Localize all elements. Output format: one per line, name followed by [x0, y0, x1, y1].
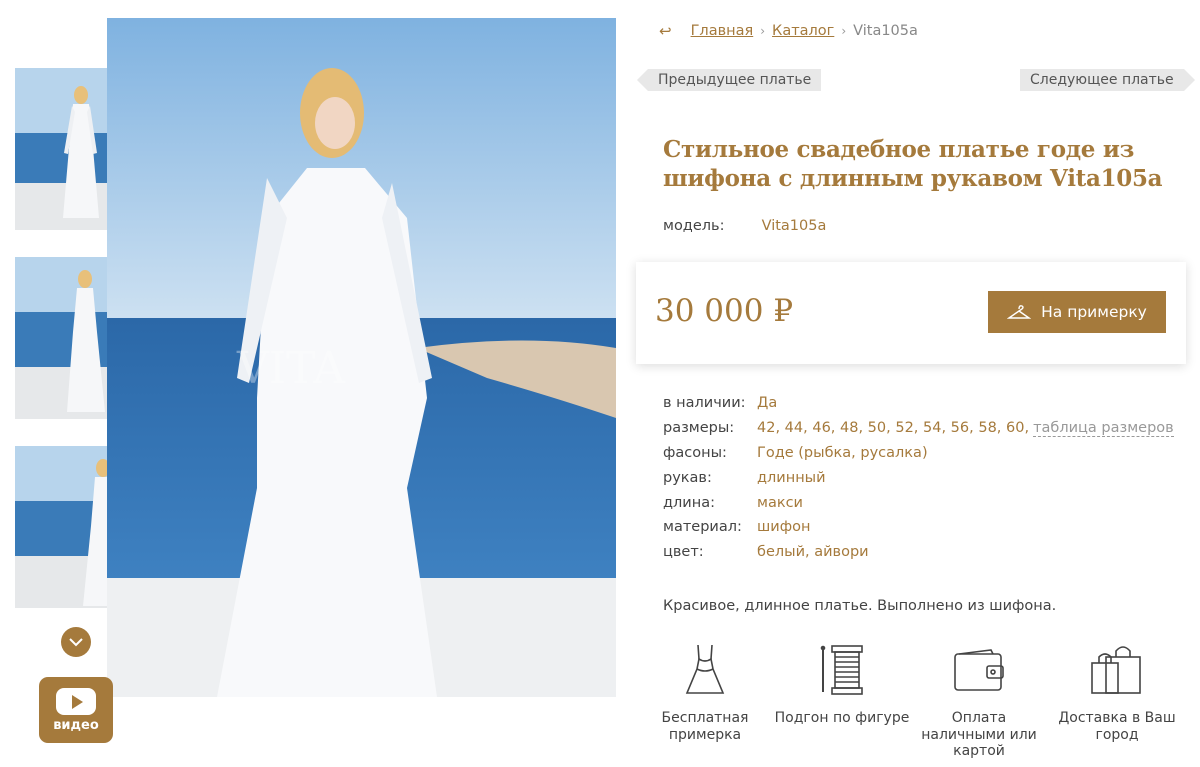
spec-label: материал:: [663, 519, 742, 536]
feature-label: Доставка в Ваш город: [1058, 710, 1176, 743]
feature-label: Подгон по фигуре: [774, 710, 910, 726]
main-product-photo[interactable]: VITA: [107, 18, 616, 697]
spec-label: в наличии:: [663, 395, 746, 412]
spec-label: рукав:: [663, 469, 712, 486]
previous-dress-button[interactable]: Предыдущее платье: [636, 69, 822, 91]
video-button[interactable]: видео: [39, 677, 113, 743]
feature-payment: Оплата наличными или картой: [909, 640, 1049, 760]
spec-value: Да: [757, 395, 778, 412]
model-row: модель: Vita105a: [663, 218, 826, 234]
breadcrumb-separator: ›: [841, 24, 847, 38]
size-chart-link[interactable]: таблица размеров: [1033, 420, 1174, 437]
feature-label: Оплата наличными или картой: [921, 710, 1037, 759]
spec-value: макси: [757, 494, 803, 511]
product-price: 30 000 ₽: [655, 293, 794, 329]
feature-fit-adjustment: Подгон по фигуре: [772, 640, 912, 727]
hanger-icon: [1007, 305, 1032, 319]
breadcrumb-current: Vita105a: [853, 23, 918, 39]
dress-icon: [685, 644, 725, 694]
breadcrumb-separator: ›: [760, 24, 766, 38]
model-value: Vita105a: [761, 218, 827, 234]
spec-row-length: длина: макси: [663, 490, 1174, 515]
dress-photo-main: VITA: [107, 18, 616, 697]
product-description: Красивое, длинное платье. Выполнено из ш…: [663, 598, 1057, 614]
spec-value: 42, 44, 46, 48, 50, 52, 54, 56, 58, 60,: [757, 420, 1030, 437]
spec-row-sizes: размеры: 42, 44, 46, 48, 50, 52, 54, 56,…: [663, 416, 1174, 441]
shopping-bag-icon: [1091, 646, 1141, 694]
spec-value: длинный: [757, 469, 826, 486]
breadcrumb-catalog-link[interactable]: Каталог: [772, 23, 834, 39]
spec-value: Годе (рыбка, русалка): [757, 444, 928, 461]
next-dress-button[interactable]: Следующее платье: [1020, 69, 1195, 91]
spec-value: белый, айвори: [757, 544, 869, 561]
video-button-label: видео: [53, 717, 99, 733]
play-icon: [56, 687, 96, 715]
back-arrow-icon[interactable]: ↩: [659, 22, 672, 40]
spec-row-styles: фасоны: Годе (рыбка, русалка): [663, 441, 1174, 466]
watermark-text: VITA: [236, 343, 346, 394]
gallery-scroll-down-button[interactable]: [61, 627, 91, 657]
spec-value: шифон: [757, 519, 811, 536]
try-on-button-label: На примерку: [1041, 303, 1147, 321]
model-label: модель:: [663, 218, 725, 234]
spec-label: цвет:: [663, 544, 704, 561]
price-panel: 30 000 ₽ На примерку: [636, 262, 1186, 364]
spec-label: размеры:: [663, 420, 735, 437]
spec-row-material: материал: шифон: [663, 515, 1174, 540]
feature-label: Бесплатная примерка: [661, 710, 749, 743]
spec-row-color: цвет: белый, айвори: [663, 540, 1174, 565]
feature-free-fitting: Бесплатная примерка: [635, 640, 775, 743]
spec-row-availability: в наличии: Да: [663, 391, 1174, 416]
thread-spool-icon: [820, 645, 863, 695]
spec-row-sleeve: рукав: длинный: [663, 465, 1174, 490]
wallet-icon: [954, 649, 1004, 691]
spec-label: фасоны:: [663, 444, 727, 461]
spec-label: длина:: [663, 494, 715, 511]
try-on-button[interactable]: На примерку: [988, 291, 1166, 333]
features-row: Бесплатная примерка Подгон по фигуре Опл…: [645, 640, 1185, 760]
breadcrumb-home-link[interactable]: Главная: [691, 23, 754, 39]
chevron-down-icon: [69, 637, 83, 646]
breadcrumb: ↩ Главная › Каталог › Vita105a: [659, 22, 918, 40]
product-title: Стильное свадебное платье годе из шифона…: [663, 136, 1163, 192]
feature-delivery: Доставка в Ваш город: [1047, 640, 1187, 743]
specs-list: в наличии: Да размеры: 42, 44, 46, 48, 5…: [663, 391, 1174, 565]
